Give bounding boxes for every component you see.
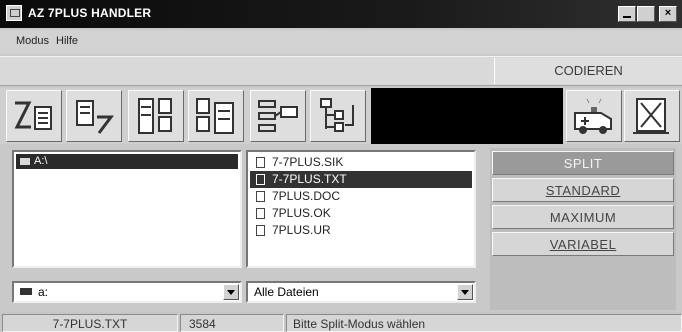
directory-list[interactable]: A:\ [12, 150, 242, 268]
minimize-button[interactable] [618, 6, 636, 22]
file-icon [256, 174, 265, 185]
network-button[interactable] [250, 90, 306, 142]
file-label: 7PLUS.UR [272, 223, 331, 237]
maximize-button[interactable] [637, 6, 655, 22]
file-icon [256, 191, 265, 202]
file-icon [256, 157, 265, 168]
drive-value: a: [38, 285, 49, 299]
menu-hilfe[interactable]: Hilfe [56, 35, 78, 47]
split-label: SPLIT [563, 156, 603, 171]
drive-select[interactable]: a: [12, 281, 242, 303]
join-files-icon [196, 98, 234, 134]
split-mode-button[interactable]: SPLIT [492, 151, 674, 175]
chevron-down-icon[interactable] [223, 284, 239, 300]
file-item[interactable]: 7PLUS.DOC [250, 188, 472, 205]
join-files-button[interactable] [188, 90, 244, 142]
directory-item[interactable]: A:\ [16, 154, 238, 169]
split-files-icon [138, 98, 172, 134]
split-files-button[interactable] [128, 90, 184, 142]
file-item[interactable]: 7-7PLUS.SIK [250, 154, 472, 171]
file-label: 7PLUS.OK [272, 206, 331, 220]
encode-button[interactable] [6, 90, 62, 142]
status-size: 3584 [180, 314, 284, 332]
filter-value: Alle Dateien [254, 285, 319, 299]
ambulance-button[interactable] [566, 90, 622, 142]
chevron-down-icon[interactable] [457, 284, 473, 300]
file-label: 7PLUS.DOC [272, 189, 341, 203]
variabel-mode-button[interactable]: VARIABEL [492, 232, 674, 256]
file-item-selected[interactable]: 7-7PLUS.TXT [250, 171, 472, 188]
directory-label: A:\ [34, 155, 48, 167]
file-filter-select[interactable]: Alle Dateien [246, 281, 476, 303]
status-file: 7-7PLUS.TXT [2, 314, 178, 332]
file-label: 7-7PLUS.SIK [272, 155, 344, 169]
file-icon [256, 225, 265, 236]
file-icon [256, 208, 265, 219]
encode-icon [14, 101, 52, 130]
menu-bar: Modus Hilfe [0, 30, 682, 54]
file-list[interactable]: 7-7PLUS.SIK 7-7PLUS.TXT 7PLUS.DOC 7PLUS.… [246, 150, 476, 268]
title-bar[interactable]: AZ 7PLUS HANDLER × [0, 0, 682, 28]
maximum-mode-button[interactable]: MAXIMUM [492, 205, 674, 229]
tree-button[interactable] [310, 90, 366, 142]
window-title: AZ 7PLUS HANDLER [28, 6, 152, 20]
ambulance-icon [574, 98, 612, 134]
standard-label: STANDARD [545, 183, 621, 198]
menu-modus[interactable]: Modus [16, 35, 49, 47]
standard-mode-button[interactable]: STANDARD [492, 178, 674, 202]
decode-button[interactable] [66, 90, 122, 142]
toolbar-spacer [371, 88, 563, 144]
folder-icon [20, 158, 30, 165]
main-window: AZ 7PLUS HANDLER × Modus Hilfe CODIEREN [0, 0, 682, 332]
status-message: Bitte Split-Modus wählen [286, 314, 682, 332]
file-item[interactable]: 7PLUS.OK [250, 205, 472, 222]
exit-button[interactable] [624, 90, 680, 142]
close-button[interactable]: × [659, 6, 677, 22]
decode-icon [76, 100, 114, 134]
maximum-label: MAXIMUM [549, 210, 617, 225]
file-item[interactable]: 7PLUS.UR [250, 222, 472, 239]
file-label: 7-7PLUS.TXT [272, 172, 347, 186]
tree-icon [320, 98, 354, 132]
mode-label: CODIEREN [494, 58, 682, 84]
exit-icon [633, 98, 669, 134]
app-icon[interactable] [6, 5, 22, 21]
variabel-label: VARIABEL [549, 237, 617, 252]
network-icon [258, 100, 298, 132]
drive-icon [20, 288, 32, 295]
